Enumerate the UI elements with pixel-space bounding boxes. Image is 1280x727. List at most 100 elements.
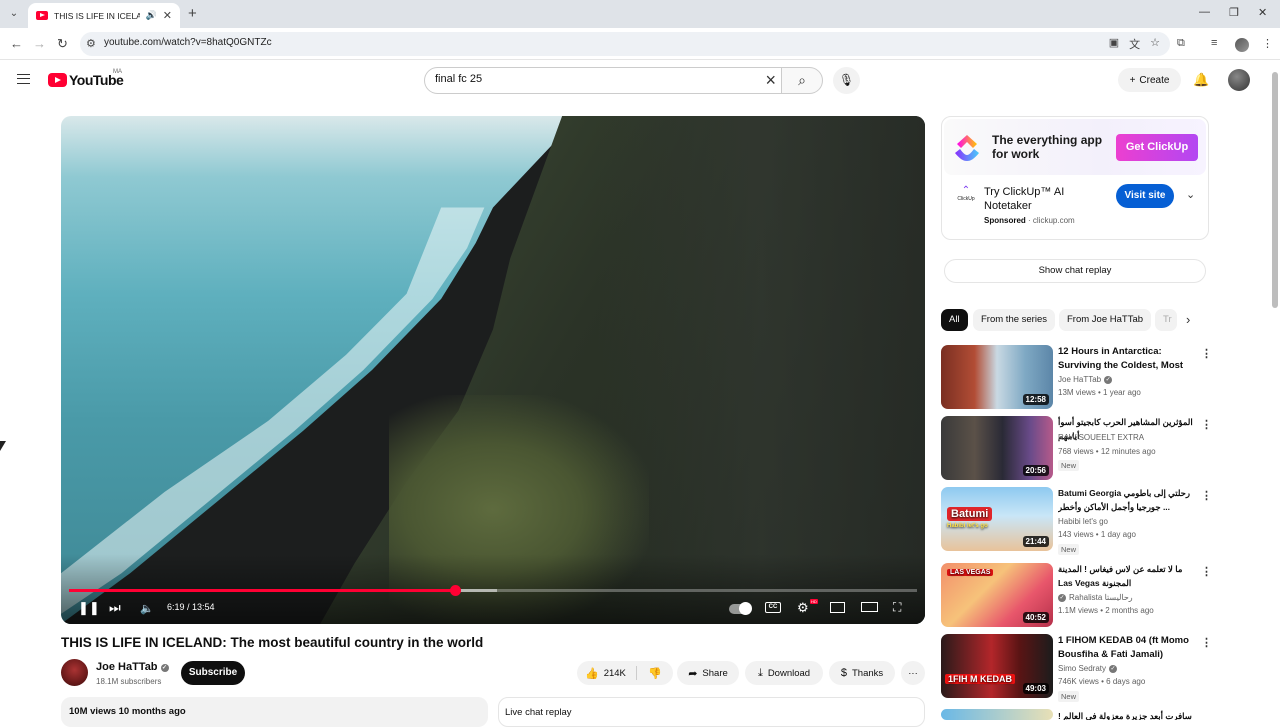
notifications-bell-icon[interactable]: 🔔	[1193, 72, 1209, 88]
browser-tab[interactable]: THIS IS LIFE IN ICELAND: Th 🔊 ✕	[28, 3, 180, 28]
video-thumbnail[interactable]: 12:58	[941, 345, 1053, 409]
rec-title[interactable]: ما لا تعلمه عن لاس فيغاس ! المدينة المجن…	[1058, 563, 1193, 590]
list-item[interactable]: LAS VEGAS 40:52 ما لا تعلمه عن لاس فيغاس…	[941, 563, 1213, 629]
rec-channel-name[interactable]: Habibi let's go	[1058, 517, 1108, 526]
rec-channel-name[interactable]: Rahalista رحاليستا	[1069, 593, 1133, 602]
search-input[interactable]	[435, 73, 735, 85]
video-thumbnail[interactable]: LAS VEGAS 40:52	[941, 563, 1053, 627]
list-item[interactable]: سافرت أبعد جزيرة معزولة في العالم !	[941, 709, 1213, 720]
chip-from-the-series[interactable]: From the series	[973, 309, 1055, 331]
close-icon[interactable]: ✕	[163, 9, 172, 22]
video-thumbnail[interactable]	[941, 709, 1053, 720]
forward-arrow-icon[interactable]: →	[33, 36, 46, 51]
volume-icon[interactable]: 🔈	[140, 602, 154, 615]
rec-title[interactable]: 1 FIHOM KEDAB 04 (ft Momo Bousfiha & Fat…	[1058, 634, 1193, 661]
more-vertical-icon[interactable]: ⋮	[1201, 489, 1212, 502]
chip-from-joe-hattab[interactable]: From Joe HaTTab	[1059, 309, 1152, 331]
pause-icon[interactable]: ❚❚	[78, 600, 100, 616]
search-button[interactable]: ⌕	[781, 67, 823, 94]
translate-icon[interactable]: 文	[1129, 36, 1140, 52]
bookmark-star-icon[interactable]: ☆	[1150, 36, 1160, 52]
channel-avatar[interactable]	[61, 659, 88, 686]
channel-name-text[interactable]: Joe HaTTab	[96, 661, 158, 673]
search-box[interactable]: ×	[424, 67, 782, 94]
progress-bar[interactable]	[69, 585, 917, 596]
next-icon[interactable]: ⏭	[109, 600, 121, 616]
more-vertical-icon[interactable]: ⋮	[1201, 418, 1212, 431]
window-close-icon[interactable]: ✕	[1258, 6, 1267, 19]
page-scrollbar[interactable]	[1270, 60, 1280, 720]
rec-channel-name[interactable]: Joe HaTTab	[1058, 375, 1101, 384]
voice-search-button[interactable]: 🎙	[833, 67, 860, 94]
chip-all[interactable]: All	[941, 309, 968, 331]
subtitles-icon[interactable]: CC	[765, 602, 781, 613]
visit-site-button[interactable]: Visit site	[1116, 184, 1174, 208]
list-item[interactable]: Batumi Habibi let's go 21:44 Batumi Geor…	[941, 487, 1213, 555]
account-avatar[interactable]	[1228, 69, 1250, 91]
autoplay-toggle[interactable]	[729, 602, 752, 615]
show-chat-replay-button[interactable]: Show chat replay	[944, 259, 1206, 283]
settings-gear-icon[interactable]: ⚙	[797, 600, 809, 616]
rec-channel[interactable]: Simo Sedraty ✓	[1058, 664, 1118, 673]
ad-title[interactable]: Try ClickUp™ AI Notetaker	[984, 185, 1104, 213]
browser-menu-icon[interactable]: ⋮	[1262, 37, 1273, 50]
thumbs-up-icon[interactable]: 👍	[585, 667, 599, 680]
chip-trending[interactable]: Tr	[1155, 309, 1177, 331]
video-player[interactable]: ❚❚ ⏭ 🔈 6:19 / 13:54 CC ⚙ HD ⛶	[61, 116, 925, 624]
download-button[interactable]: ⤓ Download	[745, 661, 823, 685]
back-arrow-icon[interactable]: ←	[10, 36, 23, 51]
rec-channel[interactable]: RAW SOUEELT EXTRA	[1058, 433, 1144, 442]
reload-icon[interactable]: ↻	[57, 36, 68, 52]
thanks-button[interactable]: $ Thanks	[829, 661, 895, 685]
more-vertical-icon[interactable]: ⋮	[1201, 565, 1212, 578]
rec-channel-name[interactable]: RAW SOUEELT EXTRA	[1058, 433, 1144, 442]
browser-profile-avatar[interactable]	[1235, 38, 1249, 52]
fullscreen-icon[interactable]: ⛶	[893, 600, 901, 615]
rec-channel-name[interactable]: Simo Sedraty	[1058, 664, 1106, 673]
video-thumbnail[interactable]: 1FIH M KEDAB 49:03	[941, 634, 1053, 698]
more-vertical-icon[interactable]: ⋮	[1201, 347, 1212, 360]
dislike-button[interactable]: 👎	[640, 661, 670, 685]
scrollbar-thumb[interactable]	[1272, 72, 1278, 308]
ad-banner[interactable]: The everything app for work Get ClickUp	[944, 119, 1206, 175]
rec-channel[interactable]: ✓ Rahalista رحاليستا	[1058, 593, 1133, 602]
reading-list-icon[interactable]: ≡	[1211, 37, 1217, 49]
description-box[interactable]: 10M views 10 months ago	[61, 697, 488, 727]
channel-name[interactable]: Joe HaTTab ✓	[96, 661, 169, 673]
scrubber-handle[interactable]	[449, 585, 461, 596]
cast-icon[interactable]: ▣	[1109, 36, 1119, 52]
address-bar[interactable]: ⚙ youtube.com/watch?v=8hatQ0GNTZc ▣ 文 ☆	[80, 32, 1170, 56]
rec-title[interactable]: سافرت أبعد جزيرة معزولة في العالم !	[1058, 710, 1193, 720]
share-button[interactable]: ➦ Share	[677, 661, 739, 685]
rec-channel[interactable]: Joe HaTTab ✓	[1058, 375, 1113, 384]
rec-channel[interactable]: Habibi let's go	[1058, 517, 1108, 526]
tab-search-icon[interactable]: ⌄	[6, 6, 22, 22]
minimize-icon[interactable]: —	[1199, 6, 1210, 18]
site-info-icon[interactable]: ⚙	[86, 37, 96, 50]
restore-icon[interactable]: ❐	[1229, 6, 1239, 19]
speaker-icon[interactable]: 🔊	[146, 10, 157, 21]
rec-title[interactable]: Batumi Georgia رحلتي إلى باطومي جورجيا و…	[1058, 487, 1193, 514]
clear-search-icon[interactable]: ×	[765, 70, 776, 91]
live-chat-panel[interactable]: Live chat replay	[498, 697, 925, 727]
like-count[interactable]: 214K	[604, 668, 626, 679]
subscribe-button[interactable]: Subscribe	[181, 661, 245, 685]
more-vertical-icon[interactable]: ⋮	[1201, 636, 1212, 649]
url-text[interactable]: youtube.com/watch?v=8hatQ0GNTZc	[104, 37, 272, 48]
menu-icon[interactable]	[17, 74, 30, 84]
more-actions-button[interactable]: ···	[901, 661, 925, 685]
theater-mode-icon[interactable]	[861, 602, 878, 612]
rec-title[interactable]: 12 Hours in Antarctica: Surviving the Co…	[1058, 345, 1193, 373]
list-item[interactable]: 20:56 المؤثرين المشاهير الحرب كابجيتو أس…	[941, 416, 1213, 482]
chevron-down-icon[interactable]: ⌄	[1186, 188, 1195, 201]
create-button[interactable]: + Create	[1118, 68, 1181, 92]
list-item[interactable]: 12:58 12 Hours in Antarctica: Surviving …	[941, 345, 1213, 411]
video-thumbnail[interactable]: 20:56	[941, 416, 1053, 480]
sponsored-ad[interactable]: The everything app for work Get ClickUp …	[941, 116, 1209, 240]
extensions-icon[interactable]: ⧉	[1177, 37, 1185, 50]
chevron-right-icon[interactable]: ›	[1186, 312, 1190, 327]
list-item[interactable]: 1FIH M KEDAB 49:03 1 FIHOM KEDAB 04 (ft …	[941, 634, 1213, 702]
get-clickup-button[interactable]: Get ClickUp	[1116, 134, 1198, 161]
miniplayer-icon[interactable]	[830, 602, 845, 613]
new-tab-plus-icon[interactable]: +	[188, 5, 197, 22]
